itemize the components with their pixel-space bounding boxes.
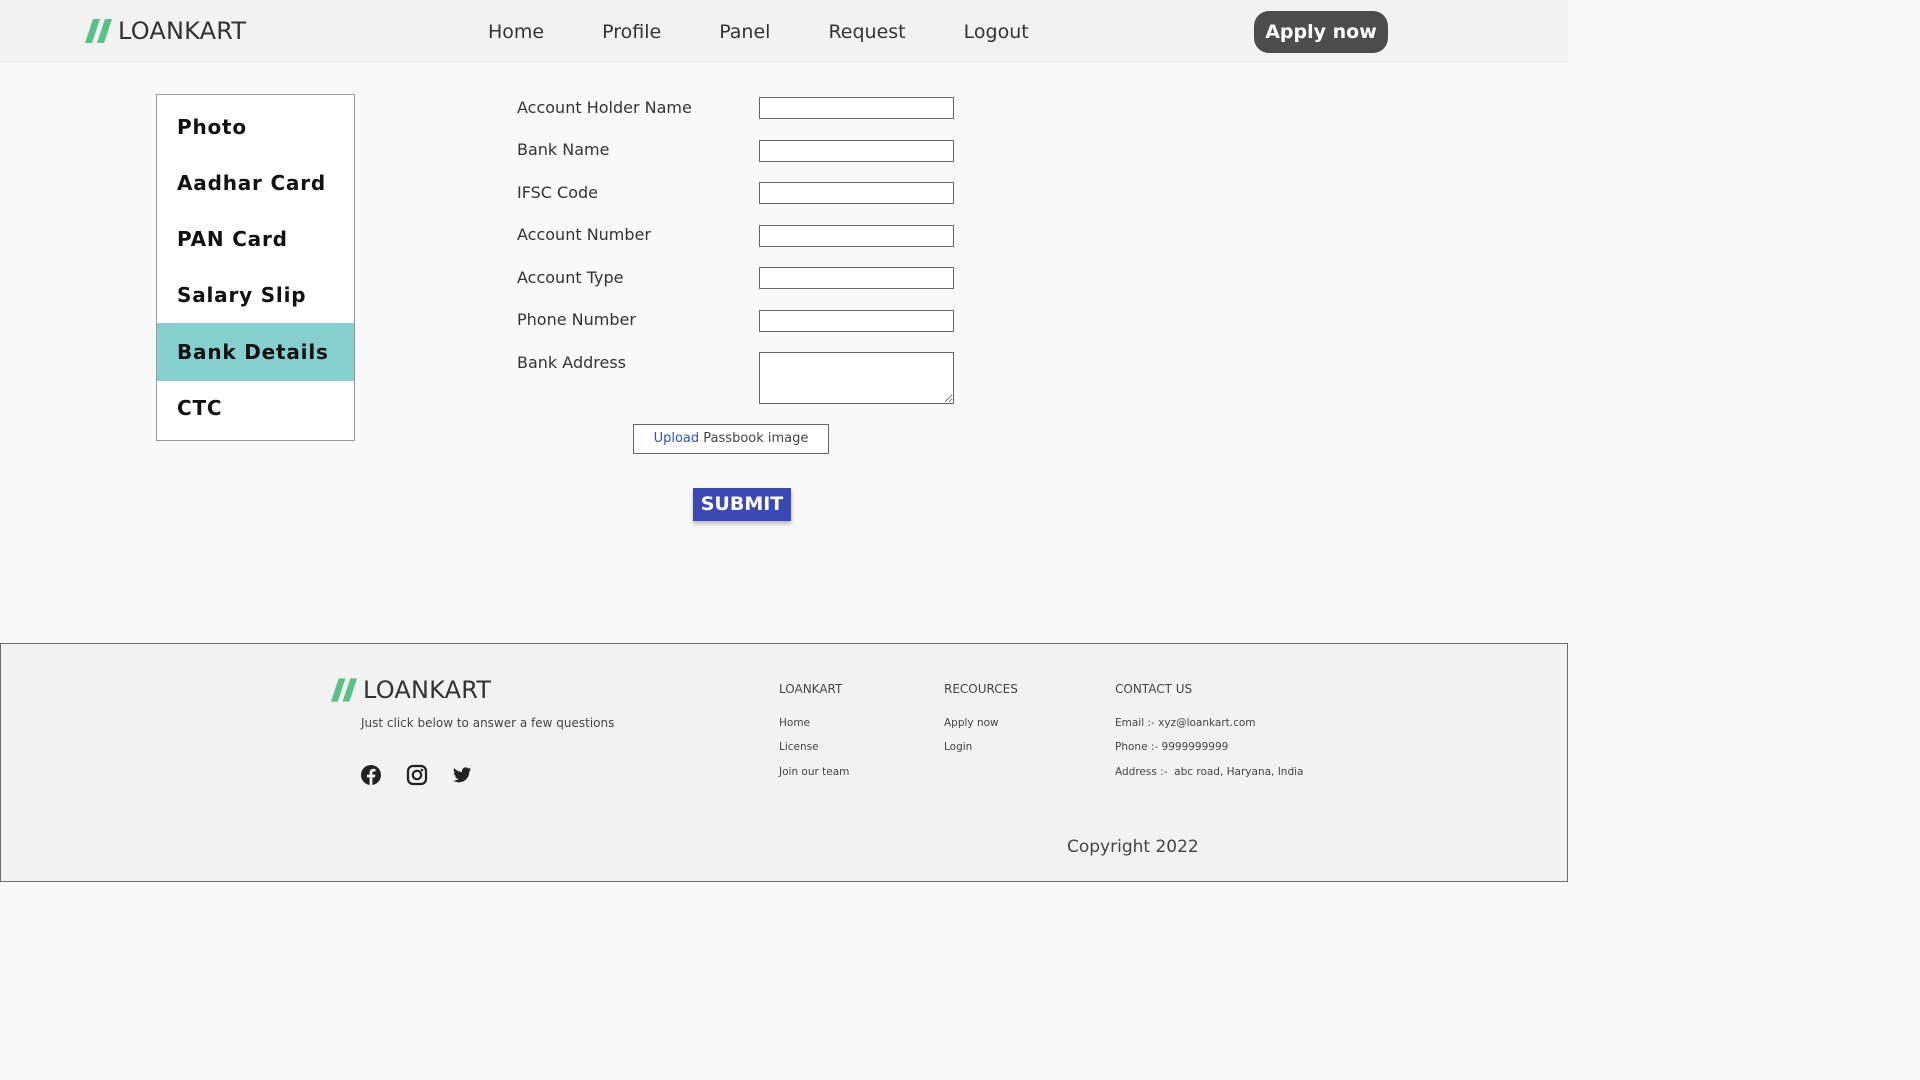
sidebar-item-ctc[interactable]: CTC bbox=[157, 379, 354, 437]
footer-col-resources-title: RECOURCES bbox=[944, 682, 1018, 696]
page-footer: LOANKART Just click below to answer a fe… bbox=[0, 643, 1568, 882]
account-type-label: Account Type bbox=[517, 268, 624, 287]
footer-tagline: Just click below to answer a few questio… bbox=[361, 716, 615, 730]
upload-passbook-button[interactable]: Upload Passbook image bbox=[633, 424, 829, 454]
sidebar-item-bank-details[interactable]: Bank Details bbox=[157, 323, 354, 381]
brand-logo[interactable]: LOANKART bbox=[85, 14, 246, 48]
facebook-icon[interactable] bbox=[360, 764, 382, 786]
bank-name-field[interactable] bbox=[759, 140, 954, 162]
nav-item-panel[interactable]: Panel bbox=[719, 17, 770, 47]
bank-address-label: Bank Address bbox=[517, 353, 626, 372]
logo-icon bbox=[331, 678, 358, 702]
account-number-field[interactable] bbox=[759, 225, 954, 247]
main-nav: Home Profile Panel Request Logout bbox=[488, 17, 1029, 47]
account-holder-name-label: Account Holder Name bbox=[517, 98, 692, 117]
footer-link-apply-now[interactable]: Apply now bbox=[944, 717, 999, 729]
account-holder-name-field[interactable] bbox=[759, 97, 954, 119]
account-number-label: Account Number bbox=[517, 225, 651, 244]
footer-contact-phone: Phone :- 9999999999 bbox=[1115, 741, 1229, 753]
nav-item-logout[interactable]: Logout bbox=[964, 17, 1029, 47]
phone-number-label: Phone Number bbox=[517, 310, 636, 329]
upload-label: Passbook image bbox=[703, 431, 809, 446]
sidebar-item-photo[interactable]: Photo bbox=[157, 98, 354, 156]
instagram-icon[interactable] bbox=[406, 764, 428, 786]
account-type-field[interactable] bbox=[759, 267, 954, 289]
apply-now-button[interactable]: Apply now bbox=[1254, 11, 1388, 53]
bank-address-field[interactable] bbox=[759, 352, 954, 404]
upload-link[interactable]: Upload bbox=[654, 431, 700, 446]
nav-item-home[interactable]: Home bbox=[488, 17, 544, 47]
copyright-text: Copyright 2022 bbox=[1067, 837, 1199, 857]
logo-icon bbox=[85, 19, 112, 43]
brand-name: LOANKART bbox=[118, 17, 247, 45]
ifsc-code-label: IFSC Code bbox=[517, 183, 599, 202]
footer-brand-name: LOANKART bbox=[363, 676, 492, 704]
sidebar-item-aadhar-card[interactable]: Aadhar Card bbox=[157, 154, 354, 212]
footer-col-loankart-title: LOANKART bbox=[779, 682, 843, 696]
bank-name-label: Bank Name bbox=[517, 140, 610, 159]
phone-number-field[interactable] bbox=[759, 310, 954, 332]
top-header: LOANKART Home Profile Panel Request Logo… bbox=[0, 0, 1568, 63]
nav-item-request[interactable]: Request bbox=[828, 17, 905, 47]
footer-contact-title: CONTACT US bbox=[1115, 682, 1193, 696]
footer-link-login[interactable]: Login bbox=[944, 741, 972, 753]
footer-link-home[interactable]: Home bbox=[779, 717, 810, 729]
nav-item-profile[interactable]: Profile bbox=[602, 17, 661, 47]
footer-link-license[interactable]: License bbox=[779, 741, 819, 753]
footer-contact-email: Email :- xyz@loankart.com bbox=[1115, 717, 1256, 729]
sidebar-item-pan-card[interactable]: PAN Card bbox=[157, 210, 354, 268]
document-sidebar: Photo Aadhar Card PAN Card Salary Slip B… bbox=[156, 94, 355, 441]
footer-link-join-our-team[interactable]: Join our team bbox=[779, 766, 849, 778]
ifsc-code-field[interactable] bbox=[759, 182, 954, 204]
twitter-icon[interactable] bbox=[451, 764, 473, 786]
footer-contact-address: Address :- abc road, Haryana, India bbox=[1115, 766, 1304, 778]
footer-brand-logo[interactable]: LOANKART bbox=[331, 674, 491, 706]
sidebar-item-salary-slip[interactable]: Salary Slip bbox=[157, 266, 354, 324]
submit-button[interactable]: SUBMIT bbox=[693, 488, 791, 521]
